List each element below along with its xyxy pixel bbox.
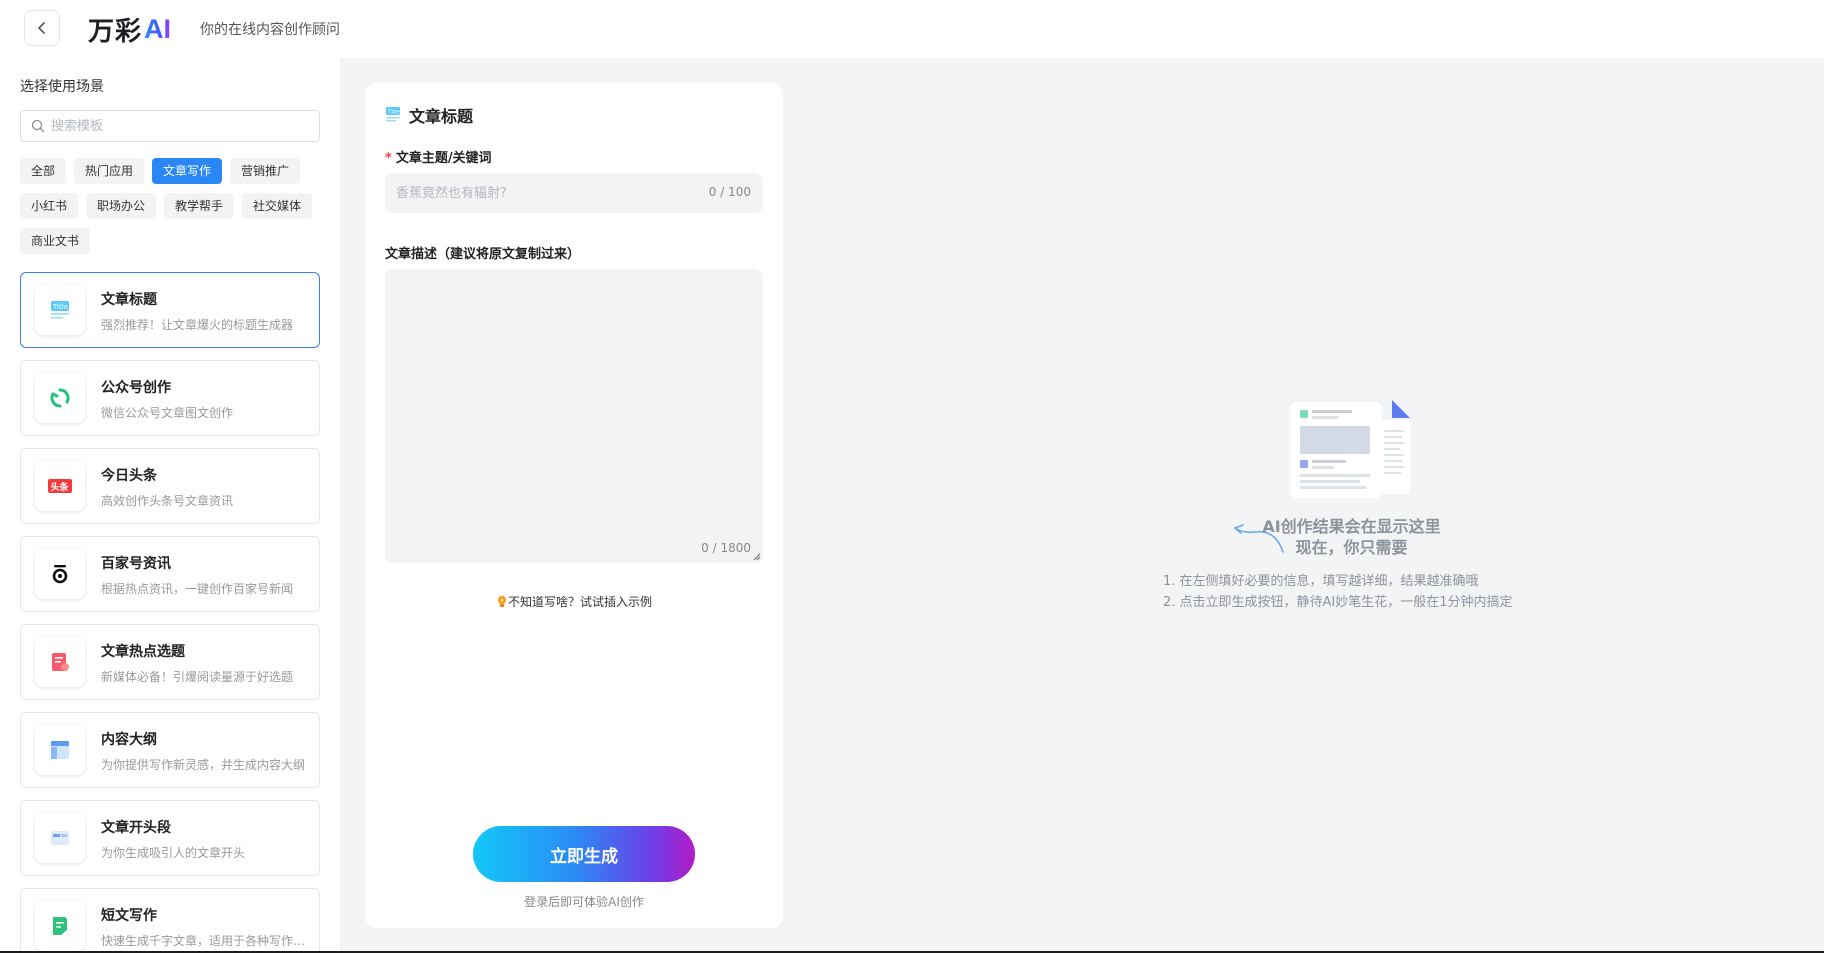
- short-writing-icon: [35, 901, 85, 951]
- result-placeholder-title: AI创作结果会在显示这里 现在，你只需要: [783, 516, 1824, 558]
- title-icon: Title: [386, 107, 400, 122]
- svg-text:Title: Title: [52, 303, 68, 311]
- generate-button[interactable]: 立即生成: [473, 826, 695, 882]
- category-tag[interactable]: 商业文书: [20, 228, 91, 254]
- outline-icon: [35, 725, 85, 775]
- template-card[interactable]: 头条 今日头条高效创作头条号文章资讯: [20, 448, 320, 524]
- description-label: 文章描述（建议将原文复制过来）: [385, 247, 581, 262]
- form-header: Title 文章标题: [385, 103, 473, 127]
- toutiao-icon: 头条: [35, 461, 85, 511]
- template-card[interactable]: 文章热点选题新媒体必备！引爆阅读量源于好选题: [20, 624, 320, 700]
- svg-text:Title: Title: [387, 110, 400, 116]
- category-tag[interactable]: 文章写作: [152, 158, 223, 184]
- search-box[interactable]: [20, 110, 320, 142]
- category-tag[interactable]: 教学帮手: [164, 193, 235, 219]
- card-title: 文章开头段: [101, 820, 171, 836]
- category-tag[interactable]: 热门应用: [74, 158, 145, 184]
- template-card[interactable]: 公众号创作微信公众号文章图文创作: [20, 360, 320, 436]
- card-title: 文章热点选题: [101, 644, 185, 660]
- resize-handle-icon[interactable]: [753, 553, 761, 561]
- description-textarea[interactable]: [385, 269, 763, 563]
- logo-ai: AI: [144, 13, 172, 44]
- brand-logo[interactable]: 万彩 AI: [88, 12, 172, 47]
- instruction-step-2: 2. 点击立即生成按钮，静待AI妙笔生花，一般在1分钟内搞定: [1163, 595, 1513, 610]
- category-tag[interactable]: 社交媒体: [242, 193, 313, 219]
- tag-row: 小红书 职场办公 教学帮手 社交媒体: [20, 193, 330, 219]
- result-title-line1: AI创作结果会在显示这里: [1262, 517, 1441, 536]
- card-title: 百家号资讯: [101, 556, 171, 572]
- top-header: 万彩 AI 你的在线内容创作顾问: [0, 0, 1824, 58]
- insert-example-link[interactable]: 不知道写啥？试试插入示例: [365, 593, 783, 610]
- category-tag[interactable]: 职场办公: [86, 193, 157, 219]
- logo-text: 万彩: [88, 16, 143, 47]
- template-card[interactable]: Title 文章标题强烈推荐！让文章爆火的标题生成器: [20, 272, 320, 348]
- sidebar-title: 选择使用场景: [20, 79, 104, 95]
- tag-row: 商业文书: [20, 228, 330, 254]
- login-note: 登录后即可体验AI创作: [524, 895, 644, 909]
- search-input[interactable]: [51, 118, 301, 134]
- description-field[interactable]: 0 / 1800: [385, 269, 763, 563]
- opening-icon: [35, 813, 85, 863]
- card-description: 为你生成吸引人的文章开头: [101, 846, 246, 860]
- card-description: 新媒体必备！引爆阅读量源于好选题: [101, 670, 294, 684]
- card-description: 高效创作头条号文章资讯: [101, 494, 234, 508]
- result-area: AI创作结果会在显示这里 现在，你只需要 1. 在左侧填好必要的信息，填写越详细…: [783, 58, 1824, 953]
- category-tag[interactable]: 营销推广: [230, 158, 301, 184]
- card-title: 公众号创作: [101, 380, 171, 396]
- card-title: 内容大纲: [101, 732, 157, 748]
- category-tags: 全部 热门应用 文章写作 营销推广 小红书 职场办公 教学帮手 社交媒体 商业文书: [20, 158, 330, 263]
- card-description: 快速生成千字文章，适用于各种写作场景: [101, 934, 311, 948]
- chevron-left-icon: [37, 22, 45, 34]
- wechat-official-icon: [35, 373, 85, 423]
- required-mark: *: [385, 151, 392, 166]
- scenario-sidebar: 选择使用场景 全部热门应用文章写作营销推广小红书职场办公教学帮手社交媒体商业文书…: [0, 58, 340, 953]
- tag-row: 全部 热门应用 文章写作 营销推广: [20, 158, 330, 184]
- template-card-list: Title 文章标题强烈推荐！让文章爆火的标题生成器 公众号创作微信公众号文章图文创…: [20, 272, 320, 953]
- template-card[interactable]: 百家号资讯根据热点资讯，一键创作百家号新闻: [20, 536, 320, 612]
- template-card[interactable]: 短文写作快速生成千字文章，适用于各种写作场景: [20, 888, 320, 953]
- search-icon: [31, 119, 45, 133]
- card-description: 微信公众号文章图文创作: [101, 406, 234, 420]
- template-card[interactable]: 文章开头段为你生成吸引人的文章开头: [20, 800, 320, 876]
- category-tag[interactable]: 全部: [20, 158, 67, 184]
- baijiahao-icon: [35, 549, 85, 599]
- card-description: 为你提供写作新灵感，并生成内容大纲: [101, 758, 306, 772]
- description-char-count: 0 / 1800: [701, 541, 751, 555]
- hot-topic-icon: [35, 637, 85, 687]
- card-description: 强烈推荐！让文章爆火的标题生成器: [101, 318, 294, 332]
- keyword-char-count: 0 / 100: [708, 185, 751, 199]
- back-button[interactable]: [24, 10, 60, 46]
- empty-document-illustration: [1290, 400, 1410, 498]
- insert-example-text: 不知道写啥？试试插入示例: [507, 595, 652, 609]
- result-title-line2: 现在，你只需要: [1295, 538, 1408, 557]
- title-icon: Title: [35, 285, 85, 335]
- lightbulb-icon: [497, 595, 507, 607]
- keyword-label: * 文章主题/关键词: [385, 147, 492, 166]
- keyword-input[interactable]: [396, 185, 696, 201]
- card-title: 今日头条: [101, 468, 157, 484]
- instruction-step-1: 1. 在左侧填好必要的信息，填写越详细，结果越准确哦: [1163, 574, 1479, 589]
- category-tag[interactable]: 小红书: [20, 193, 79, 219]
- keyword-label-text: 文章主题/关键词: [395, 151, 492, 166]
- form-title: 文章标题: [409, 107, 474, 126]
- template-card[interactable]: 内容大纲为你提供写作新灵感，并生成内容大纲: [20, 712, 320, 788]
- card-description: 根据热点资讯，一键创作百家号新闻: [101, 582, 294, 596]
- form-panel: Title 文章标题 *文章主题/关键词 0 / 100 文章描述（建议将原文复…: [365, 83, 783, 928]
- result-instructions: 1. 在左侧填好必要的信息，填写越详细，结果越准确哦 2. 点击立即生成按钮，静…: [1163, 571, 1513, 613]
- svg-text:头条: 头条: [51, 481, 70, 493]
- keyword-field[interactable]: 0 / 100: [385, 173, 763, 213]
- header-subtitle: 你的在线内容创作顾问: [200, 22, 340, 38]
- card-title: 短文写作: [101, 908, 157, 924]
- card-title: 文章标题: [101, 292, 157, 308]
